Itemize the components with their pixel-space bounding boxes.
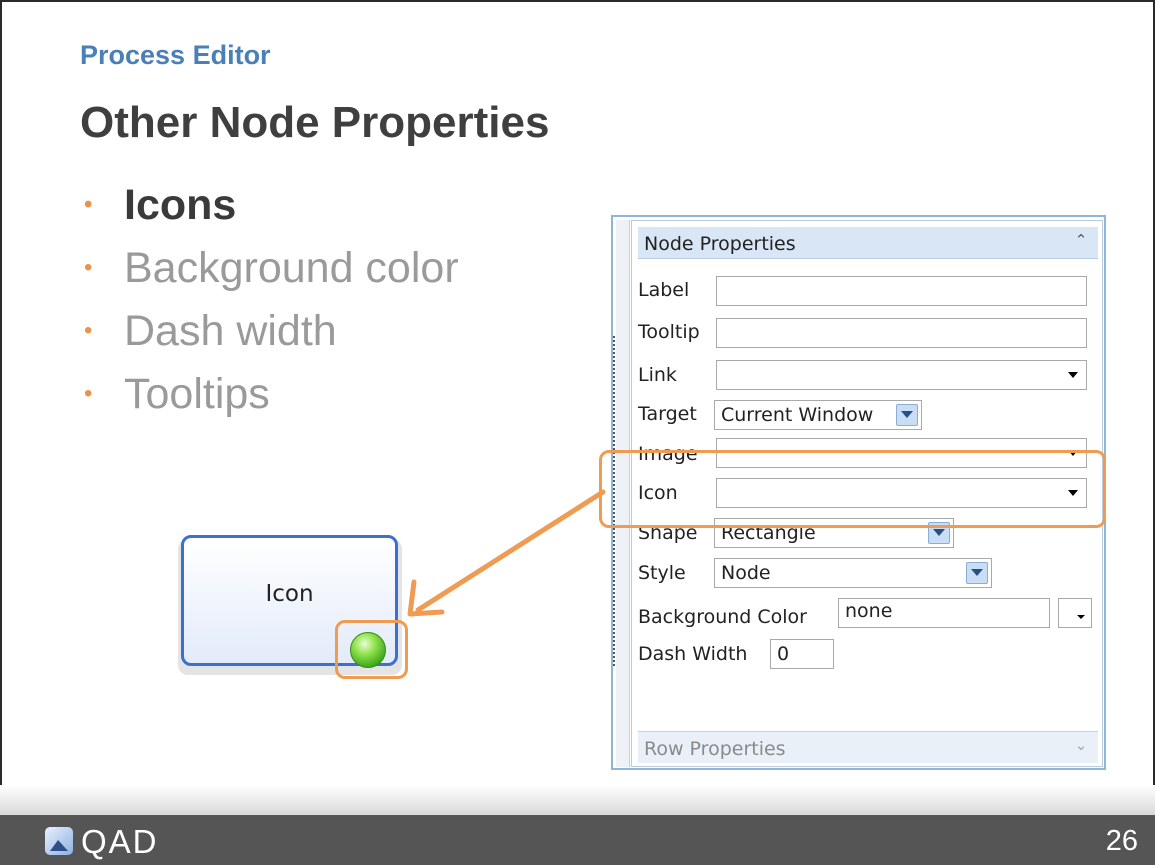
- bullet-dot: •: [84, 317, 93, 344]
- bullet-background-color: • Background color: [80, 241, 459, 304]
- chevron-down-icon[interactable]: [896, 404, 918, 426]
- link-label: Link: [638, 364, 677, 386]
- label-input[interactable]: [716, 276, 1087, 306]
- node-properties-title: Node Properties: [644, 233, 796, 255]
- footer-fade: [0, 785, 1155, 815]
- bullet-tooltips: • Tooltips: [80, 367, 459, 430]
- background-color-label: Background Color: [638, 606, 807, 628]
- bullet-dash-width: • Dash width: [80, 304, 459, 367]
- target-label: Target: [638, 403, 697, 425]
- background-color-input[interactable]: none: [838, 598, 1050, 628]
- color-picker-button[interactable]: [1058, 598, 1092, 628]
- node-properties-header[interactable]: Node Properties ⌃: [638, 227, 1098, 259]
- page-number: 26: [1105, 825, 1138, 857]
- bullet-list: • Icons • Background color • Dash width • To…: [80, 178, 459, 430]
- style-label: Style: [638, 562, 686, 584]
- qad-logo-text: QAD: [81, 823, 159, 860]
- label-label: Label: [638, 279, 690, 301]
- chevron-up-icon[interactable]: ⌃: [1074, 233, 1088, 248]
- tooltip-input[interactable]: [716, 318, 1087, 348]
- chevron-down-icon[interactable]: [966, 562, 988, 584]
- tooltip-label: Tooltip: [638, 321, 700, 343]
- bullet-dot: •: [84, 191, 93, 218]
- icon-field-highlight: [599, 450, 1106, 528]
- target-select[interactable]: Current Window: [714, 400, 922, 430]
- row-properties-header[interactable]: Row Properties ⌄: [638, 731, 1098, 763]
- node-icon-highlight: [335, 620, 408, 679]
- bullet-dot: •: [84, 380, 93, 407]
- bullet-icons: • Icons: [80, 178, 459, 241]
- section-title: Process Editor: [80, 40, 271, 70]
- row-properties-title: Row Properties: [644, 738, 786, 760]
- qad-logo-icon: [45, 827, 73, 855]
- style-select[interactable]: Node: [714, 558, 992, 588]
- link-combobox[interactable]: [716, 360, 1087, 390]
- callout-arrow: [407, 489, 606, 617]
- dropdown-arrow-icon[interactable]: [1068, 372, 1078, 378]
- bullet-dot: •: [84, 254, 93, 281]
- dropdown-arrow-icon: [1077, 615, 1085, 619]
- dash-width-label: Dash Width: [638, 643, 748, 665]
- node-label: Icon: [265, 581, 314, 607]
- dash-width-input[interactable]: 0: [770, 639, 834, 669]
- slide-title: Other Node Properties: [80, 98, 550, 147]
- footer-bar: QAD 26: [0, 815, 1155, 865]
- chevron-down-icon[interactable]: ⌄: [1074, 738, 1088, 753]
